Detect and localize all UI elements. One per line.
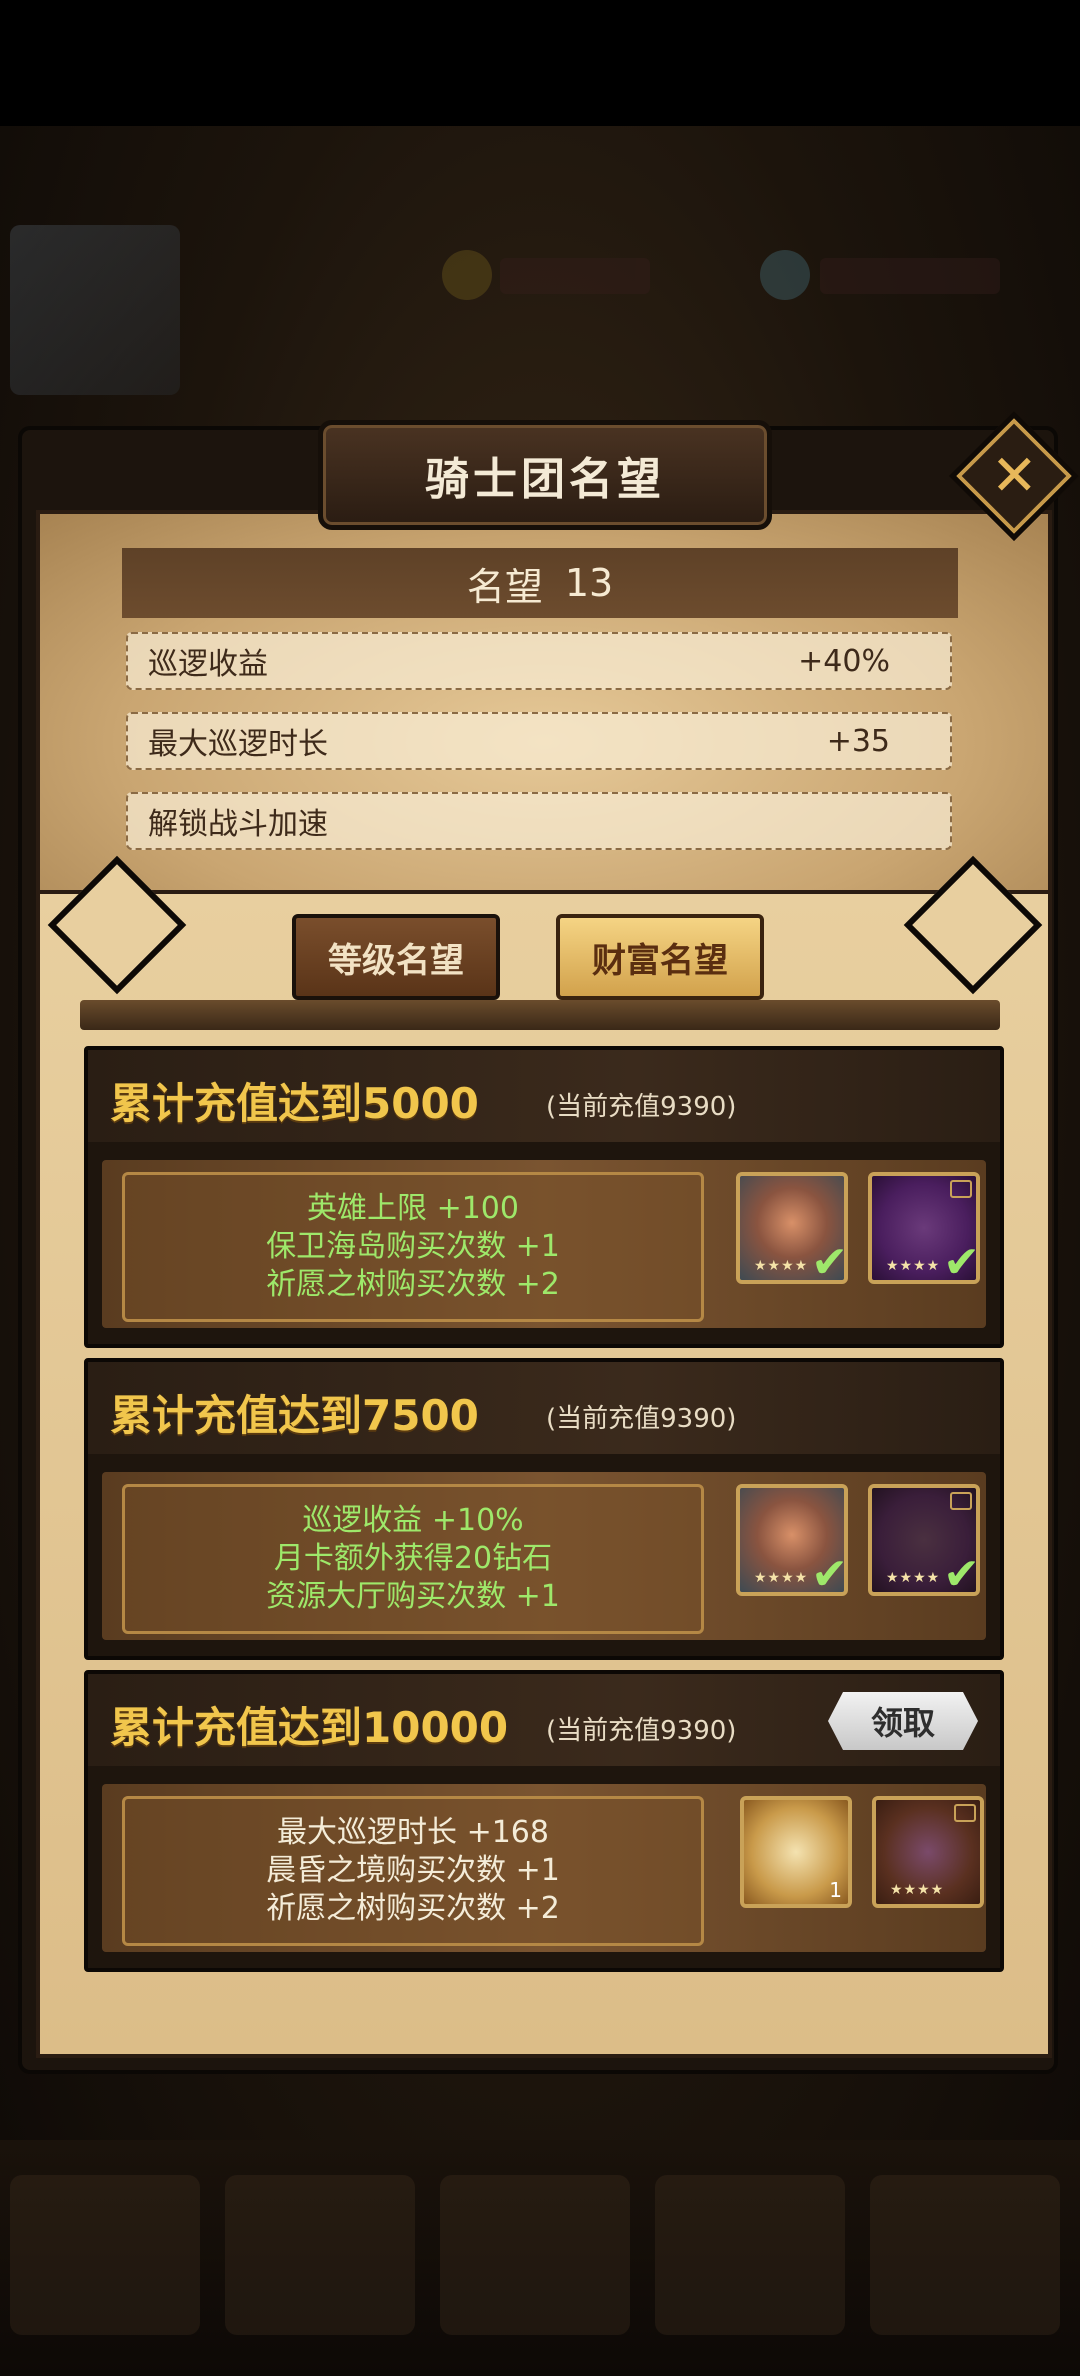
status-bar-area	[0, 0, 1080, 126]
renown-stat-row: 解锁战斗加速	[126, 792, 952, 850]
tier-progress: (当前充值9390)	[546, 1404, 737, 1434]
nav-tab-4	[655, 2175, 845, 2335]
tier-body: 英雄上限 +100 保卫海岛购买次数 +1 祈愿之树购买次数 +2 ★★★★ ✔…	[102, 1160, 986, 1328]
item-count: 1	[829, 1878, 842, 1902]
reward-line: 英雄上限 +100	[307, 1191, 519, 1226]
renown-label: 名望	[466, 564, 543, 609]
tier-header: 累计充值达到5000 (当前充值9390)	[88, 1050, 1000, 1142]
reward-line: 晨昏之境购买次数 +1	[266, 1853, 560, 1888]
tier-progress: (当前充值9390)	[546, 1092, 737, 1122]
reward-line: 祈愿之树购买次数 +2	[266, 1891, 560, 1926]
gauntlet-icon[interactable]: ★★★★ ✔	[868, 1172, 980, 1288]
nav-tab-5	[870, 2175, 1060, 2335]
claimed-check-icon: ✔	[943, 1549, 980, 1600]
diamond-counter	[820, 258, 1000, 294]
item-stars: ★★★★	[754, 1258, 809, 1274]
dialog-title: 骑士团名望	[425, 454, 665, 505]
renown-level-value: 13	[564, 561, 614, 605]
dialog-title-plate: 骑士团名望	[318, 420, 772, 530]
diamond-icon	[760, 250, 810, 300]
item-stars: ★★★★	[890, 1882, 945, 1898]
reward-list: 巡逻收益 +10% 月卡额外获得20钻石 资源大厅购买次数 +1	[122, 1484, 704, 1634]
stat-value: +40%	[798, 643, 890, 679]
claw-icon[interactable]: ★★★★	[872, 1796, 984, 1908]
item-stars: ★★★★	[886, 1258, 941, 1274]
claimed-check-icon: ✔	[811, 1549, 848, 1600]
tier-body: 最大巡逻时长 +168 晨昏之境购买次数 +1 祈愿之树购买次数 +2 1 ★★…	[102, 1784, 986, 1952]
claim-button[interactable]: 领取	[828, 1692, 978, 1750]
nav-tab-3	[440, 2175, 630, 2335]
reward-list: 最大巡逻时长 +168 晨昏之境购买次数 +1 祈愿之树购买次数 +2	[122, 1796, 704, 1946]
reward-line: 资源大厅购买次数 +1	[266, 1579, 560, 1614]
tier-card-7500: 累计充值达到7500 (当前充值9390) 巡逻收益 +10% 月卡额外获得20…	[84, 1358, 1004, 1660]
tab-label: 等级名望	[328, 940, 464, 981]
claimed-check-icon: ✔	[811, 1237, 848, 1288]
reward-line: 祈愿之树购买次数 +2	[266, 1267, 560, 1302]
stat-value: +35	[826, 723, 890, 759]
stat-name: 最大巡逻时长	[148, 727, 328, 762]
renown-stat-row: 最大巡逻时长 +35	[126, 712, 952, 770]
renown-stat-row: 巡逻收益 +40%	[126, 632, 952, 690]
tab-level-renown[interactable]: 等级名望	[292, 914, 500, 1000]
tier-card-5000: 累计充值达到5000 (当前充值9390) 英雄上限 +100 保卫海岛购买次数…	[84, 1046, 1004, 1348]
gold-coin-icon	[442, 250, 492, 300]
bottom-nav-background	[0, 2140, 1080, 2376]
player-avatar	[10, 225, 180, 395]
tier-header: 累计充值达到10000 (当前充值9390) 领取	[88, 1674, 1000, 1766]
dark-armor-icon[interactable]: ★★★★ ✔	[868, 1484, 980, 1600]
tier-header: 累计充值达到7500 (当前充值9390)	[88, 1362, 1000, 1454]
reward-line: 最大巡逻时长 +168	[277, 1815, 549, 1850]
stat-name: 解锁战斗加速	[148, 807, 328, 842]
nav-tab-2	[225, 2175, 415, 2335]
tier-body: 巡逻收益 +10% 月卡额外获得20钻石 资源大厅购买次数 +1 ★★★★ ✔ …	[102, 1472, 986, 1640]
reward-line: 巡逻收益 +10%	[302, 1503, 524, 1538]
tier-title: 累计充值达到5000	[110, 1079, 479, 1128]
item-badge-icon	[954, 1804, 976, 1822]
list-top-edge	[80, 1000, 1000, 1030]
tier-progress: (当前充值9390)	[546, 1716, 737, 1746]
stat-name: 巡逻收益	[148, 647, 268, 682]
reward-list: 英雄上限 +100 保卫海岛购买次数 +1 祈愿之树购买次数 +2	[122, 1172, 704, 1322]
hero-portrait-icon[interactable]: ★★★★ ✔	[736, 1484, 848, 1600]
tier-card-10000: 累计充值达到10000 (当前充值9390) 领取 最大巡逻时长 +168 晨昏…	[84, 1670, 1004, 1972]
item-badge-icon	[950, 1492, 972, 1510]
item-stars: ★★★★	[886, 1570, 941, 1586]
gold-counter	[500, 258, 650, 294]
scroll-icon[interactable]: 1	[740, 1796, 852, 1908]
tab-label: 财富名望	[592, 940, 728, 981]
nav-tab-1	[10, 2175, 200, 2335]
hero-portrait-icon[interactable]: ★★★★ ✔	[736, 1172, 848, 1288]
tier-title: 累计充值达到7500	[110, 1391, 479, 1440]
claimed-check-icon: ✔	[943, 1237, 980, 1288]
background-hud	[0, 210, 1080, 410]
item-badge-icon	[950, 1180, 972, 1198]
reward-line: 保卫海岛购买次数 +1	[266, 1229, 560, 1264]
close-icon: ✕	[990, 442, 1038, 508]
item-stars: ★★★★	[754, 1570, 809, 1586]
tab-wealth-renown[interactable]: 财富名望	[556, 914, 764, 1000]
reward-line: 月卡额外获得20钻石	[273, 1541, 553, 1576]
renown-level-banner: 名望 13	[122, 548, 958, 618]
tier-title: 累计充值达到10000	[110, 1703, 509, 1752]
